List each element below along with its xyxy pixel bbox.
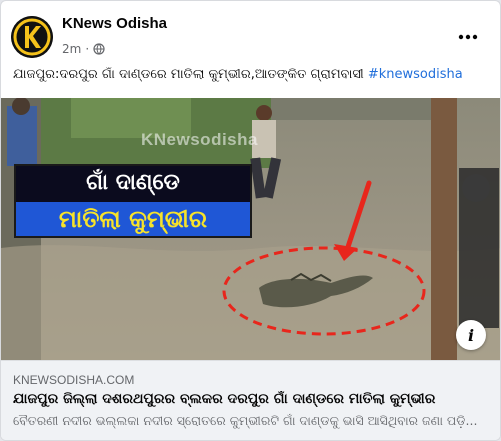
post-header: KNews Odisha 2m · <box>1 1 500 65</box>
facebook-post-card: KNews Odisha 2m · ଯାଜପୁର:ଦରପୁର ଗାଁ ଦାଣ୍ଡ… <box>0 0 501 441</box>
post-meta: 2m · <box>62 42 105 56</box>
post-time[interactable]: 2m <box>62 42 81 56</box>
more-options-button[interactable] <box>456 25 480 49</box>
link-title[interactable]: ଯାଜପୁର ଜିଲ୍ଲା ଦଶରଥପୁରର ବ୍ଲକର ଦରପୁର ଗାଁ ଦ… <box>13 391 491 407</box>
globe-icon <box>93 43 105 55</box>
page-name[interactable]: KNews Odisha <box>62 15 167 32</box>
link-preview[interactable]: KNEWSODISHA.COM ଯାଜପୁର ଜିଲ୍ଲା ଦଶରଥପୁରର ବ… <box>1 360 500 440</box>
info-button[interactable]: i <box>456 320 486 350</box>
hashtag-link[interactable]: #knewsodisha <box>368 67 463 82</box>
overlay-line1: ଗାଁ ଦାଣ୍ଡେ <box>86 170 180 195</box>
caption-text: ଯାଜପୁର:ଦରପୁର ଗାଁ ଦାଣ୍ଡରେ ମାତିଲା କୁମ୍ଭୀର,… <box>13 67 368 82</box>
link-description: ବୈତରଣୀ ନଦୀର ଭଲ୍ଲକା ନଦୀର ସ୍ରୋତରେ କୁମ୍ଭୀରଟ… <box>13 413 478 428</box>
watermark: KNewsodisha <box>141 130 258 149</box>
post-image[interactable]: KNewsodisha ଗାଁ ଦାଣ୍ଡେ ମାତିଲା କୁମ୍ଭୀର i <box>1 98 500 360</box>
overlay-line2: ମାତିଲା କୁମ୍ଭୀର <box>16 202 250 236</box>
more-horizontal-icon <box>458 34 478 40</box>
link-domain: KNEWSODISHA.COM <box>13 373 135 387</box>
page-avatar[interactable] <box>11 16 53 58</box>
knews-logo-icon <box>11 16 53 58</box>
headline-overlay: ଗାଁ ଦାଣ୍ଡେ ମାତିଲା କୁମ୍ଭୀର <box>14 164 252 238</box>
post-caption: ଯାଜପୁର:ଦରପୁର ଗାଁ ଦାଣ୍ଡରେ ମାତିଲା କୁମ୍ଭୀର,… <box>13 67 493 82</box>
meta-separator: · <box>85 42 90 56</box>
